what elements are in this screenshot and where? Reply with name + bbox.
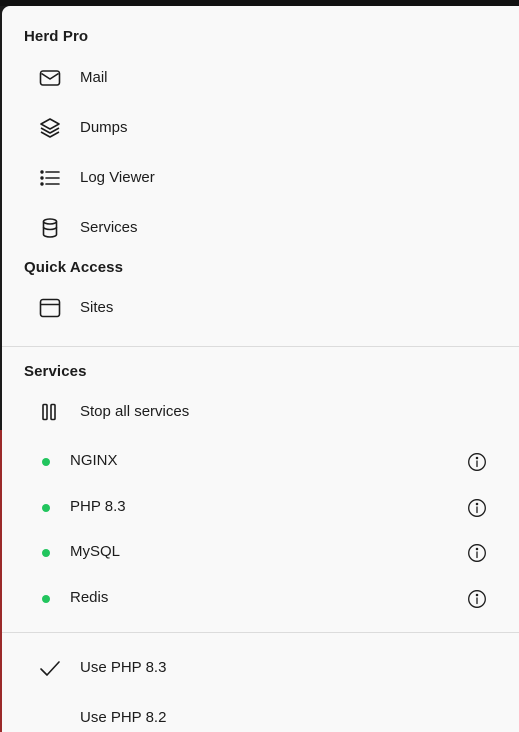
service-item-php[interactable]: PHP 8.3 [2,487,519,527]
section-title-herd-pro: Herd Pro [24,28,89,45]
menu-item-label: Stop all services [80,403,190,420]
service-item-redis[interactable]: Redis [2,578,519,618]
info-icon[interactable] [466,451,488,473]
menu-item-dumps[interactable]: Dumps [2,108,519,148]
section-title-quick-access: Quick Access [24,259,124,276]
info-icon[interactable] [466,542,488,564]
info-icon[interactable] [466,588,488,610]
service-name: MySQL [70,543,121,560]
menu-item-label: Sites [80,299,114,316]
menu-item-label: Log Viewer [80,169,155,186]
service-item-mysql[interactable]: MySQL [2,532,519,572]
menu-item-label: Dumps [80,119,128,136]
divider [2,632,519,633]
checkmark-icon [38,656,62,680]
service-item-nginx[interactable]: NGINX [2,441,519,481]
menu-item-use-php-8-2[interactable]: Use PHP 8.2 [2,698,519,732]
section-title-services: Services [24,363,87,380]
menu-item-sites[interactable]: Sites [2,288,519,328]
menu-item-use-php-8-3[interactable]: Use PHP 8.3 [2,648,519,688]
service-name: NGINX [70,452,118,469]
menu-item-label: Mail [80,69,108,86]
menu-item-services[interactable]: Services [2,208,519,248]
database-icon [38,216,62,240]
service-name: PHP 8.3 [70,498,126,515]
menu-item-label: Use PHP 8.2 [80,709,167,726]
tray-menu: Herd Pro Mail Dumps Log Viewer Services … [2,6,519,732]
info-icon[interactable] [466,497,488,519]
layers-icon [38,116,62,140]
menu-item-mail[interactable]: Mail [2,58,519,98]
service-name: Redis [70,589,109,606]
stop-all-services-button[interactable]: Stop all services [2,392,519,432]
mail-icon [38,66,62,90]
divider [2,346,519,347]
pause-icon [38,400,62,424]
status-dot-php [42,504,50,512]
status-dot-redis [42,595,50,603]
window-icon [38,296,62,320]
status-dot-mysql [42,549,50,557]
menu-item-label: Use PHP 8.3 [80,659,167,676]
menu-item-label: Services [80,219,138,236]
list-icon [38,166,62,190]
menu-item-log-viewer[interactable]: Log Viewer [2,158,519,198]
status-dot-nginx [42,458,50,466]
